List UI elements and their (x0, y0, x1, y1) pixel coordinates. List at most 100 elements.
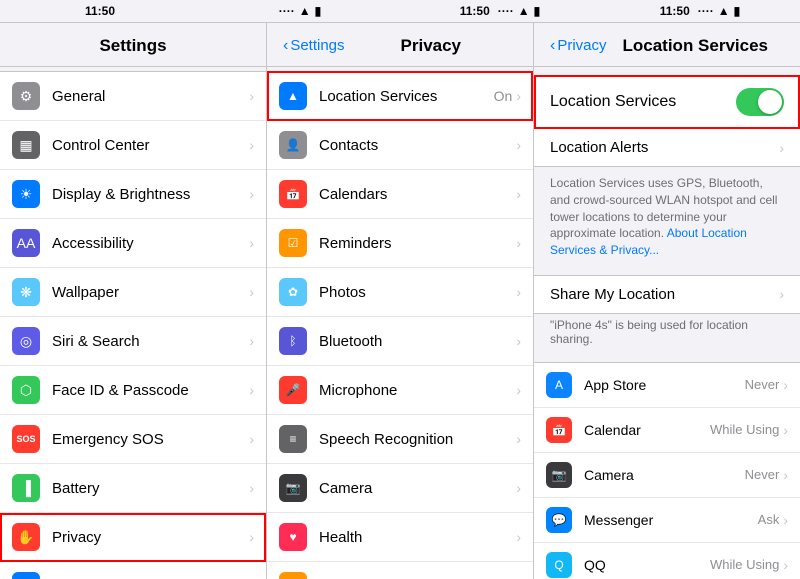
icon-privacy-speech: ≡ (279, 425, 307, 453)
app-chevron-calendar: › (783, 422, 788, 438)
icon-control-center: ▦ (12, 131, 40, 159)
icon-privacy-microphone: 🎤 (279, 376, 307, 404)
app-item-messenger[interactable]: 💬 Messenger Ask › (534, 498, 800, 543)
wifi-far: ▲ (718, 4, 730, 18)
location-toggle[interactable] (736, 88, 784, 116)
privacy-item-bluetooth[interactable]: ᛒ Bluetooth › (267, 317, 533, 366)
location-alerts-row[interactable]: Location Alerts › (534, 129, 800, 167)
app-permission-appstore: Never (745, 377, 780, 392)
icon-privacy-health: ♥ (279, 523, 307, 551)
privacy-title: Privacy (345, 36, 517, 56)
app-name-qq: QQ (584, 557, 710, 573)
app-list: A App Store Never › 📅 Calendar While Usi… (534, 362, 800, 579)
privacy-back-label: Settings (290, 37, 344, 54)
chevron-privacy: › (249, 529, 254, 545)
location-back-label: Privacy (557, 37, 606, 54)
battery-right: ▮ (534, 4, 541, 18)
wifi-icon: ▲ (299, 4, 311, 18)
location-content: Location Services Location Alerts › Loca… (534, 67, 800, 579)
status-time-left: 11:50 (0, 4, 200, 18)
label-control-center: Control Center (52, 137, 249, 154)
privacy-item-location[interactable]: ▲ Location Services On › (267, 71, 533, 121)
label-privacy-reminders: Reminders (319, 235, 516, 252)
label-privacy-speech: Speech Recognition (319, 431, 516, 448)
settings-item-display[interactable]: ☀ Display & Brightness › (0, 170, 266, 219)
privacy-item-reminders[interactable]: ☑ Reminders › (267, 219, 533, 268)
settings-item-accessibility[interactable]: AA Accessibility › (0, 219, 266, 268)
app-item-camera[interactable]: 📷 Camera Never › (534, 453, 800, 498)
location-back[interactable]: ‹ Privacy (550, 37, 607, 55)
chevron-battery: › (249, 480, 254, 496)
share-chevron: › (779, 286, 784, 302)
settings-item-faceid[interactable]: ⬡ Face ID & Passcode › (0, 366, 266, 415)
chevron-privacy-location: › (516, 88, 521, 104)
time-right: 11:50 (460, 4, 490, 18)
battery-far: ▮ (734, 4, 741, 18)
settings-item-sos[interactable]: SOS Emergency SOS › (0, 415, 266, 464)
settings-item-general[interactable]: ⚙ General › (0, 72, 266, 121)
settings-item-itunes[interactable]: A iTunes & App Store › (0, 562, 266, 579)
back-chevron-loc-icon: ‹ (550, 37, 555, 55)
location-services-row[interactable]: Location Services (534, 75, 800, 129)
icon-display: ☀ (12, 180, 40, 208)
app-chevron-camera: › (783, 467, 788, 483)
privacy-back[interactable]: ‹ Settings (283, 37, 345, 55)
icon-faceid: ⬡ (12, 376, 40, 404)
app-name-camera: Camera (584, 467, 745, 483)
location-title: Location Services (607, 36, 784, 56)
privacy-item-contacts[interactable]: 👤 Contacts › (267, 121, 533, 170)
icon-privacy-location: ▲ (279, 82, 307, 110)
panels-container: Settings ⚙ General › ▦ Control Center › … (0, 22, 800, 579)
privacy-item-homekit[interactable]: ⌂ HomeKit › (267, 562, 533, 579)
app-chevron-qq: › (783, 557, 788, 573)
privacy-item-microphone[interactable]: 🎤 Microphone › (267, 366, 533, 415)
location-description: Location Services uses GPS, Bluetooth, a… (534, 167, 800, 267)
label-privacy-camera: Camera (319, 480, 516, 497)
chevron-privacy-calendars: › (516, 186, 521, 202)
privacy-item-photos[interactable]: ✿ Photos › (267, 268, 533, 317)
share-location-row[interactable]: Share My Location › (534, 275, 800, 314)
settings-item-battery[interactable]: ▐ Battery › (0, 464, 266, 513)
label-privacy: Privacy (52, 529, 249, 546)
value-privacy-location: On (494, 88, 513, 104)
icon-privacy-bluetooth: ᛒ (279, 327, 307, 355)
wifi-right: ▲ (518, 4, 530, 18)
label-general: General (52, 88, 249, 105)
chevron-faceid: › (249, 382, 254, 398)
location-services-label: Location Services (550, 93, 736, 111)
signal-dots: ···· (279, 4, 295, 18)
chevron-display: › (249, 186, 254, 202)
app-item-qq[interactable]: Q QQ While Using › (534, 543, 800, 579)
share-location-label: Share My Location (550, 286, 779, 303)
share-note: "iPhone 4s" is being used for location s… (534, 314, 800, 354)
chevron-privacy-bluetooth: › (516, 333, 521, 349)
app-permission-messenger: Ask (758, 512, 780, 527)
label-sos: Emergency SOS (52, 431, 249, 448)
app-item-appstore[interactable]: A App Store Never › (534, 363, 800, 408)
label-privacy-contacts: Contacts (319, 137, 516, 154)
label-privacy-health: Health (319, 529, 516, 546)
app-item-calendar[interactable]: 📅 Calendar While Using › (534, 408, 800, 453)
privacy-item-speech[interactable]: ≡ Speech Recognition › (267, 415, 533, 464)
privacy-header: ‹ Settings Privacy (267, 23, 533, 67)
settings-item-wallpaper[interactable]: ❋ Wallpaper › (0, 268, 266, 317)
privacy-item-camera[interactable]: 📷 Camera › (267, 464, 533, 513)
settings-item-privacy[interactable]: ✋ Privacy › (0, 513, 266, 562)
app-icon-messenger: 💬 (546, 507, 572, 533)
settings-list: ⚙ General › ▦ Control Center › ☀ Display… (0, 67, 266, 579)
app-name-messenger: Messenger (584, 512, 758, 528)
app-icon-calendar: 📅 (546, 417, 572, 443)
icon-siri: ◎ (12, 327, 40, 355)
label-accessibility: Accessibility (52, 235, 249, 252)
settings-item-siri[interactable]: ◎ Siri & Search › (0, 317, 266, 366)
time-far: 11:50 (660, 4, 690, 18)
settings-item-control-center[interactable]: ▦ Control Center › (0, 121, 266, 170)
toggle-knob (758, 90, 782, 114)
icon-privacy-camera: 📷 (279, 474, 307, 502)
label-battery: Battery (52, 480, 249, 497)
privacy-item-health[interactable]: ♥ Health › (267, 513, 533, 562)
chevron-privacy-reminders: › (516, 235, 521, 251)
chevron-privacy-camera: › (516, 480, 521, 496)
privacy-item-calendars[interactable]: 📅 Calendars › (267, 170, 533, 219)
chevron-privacy-health: › (516, 529, 521, 545)
